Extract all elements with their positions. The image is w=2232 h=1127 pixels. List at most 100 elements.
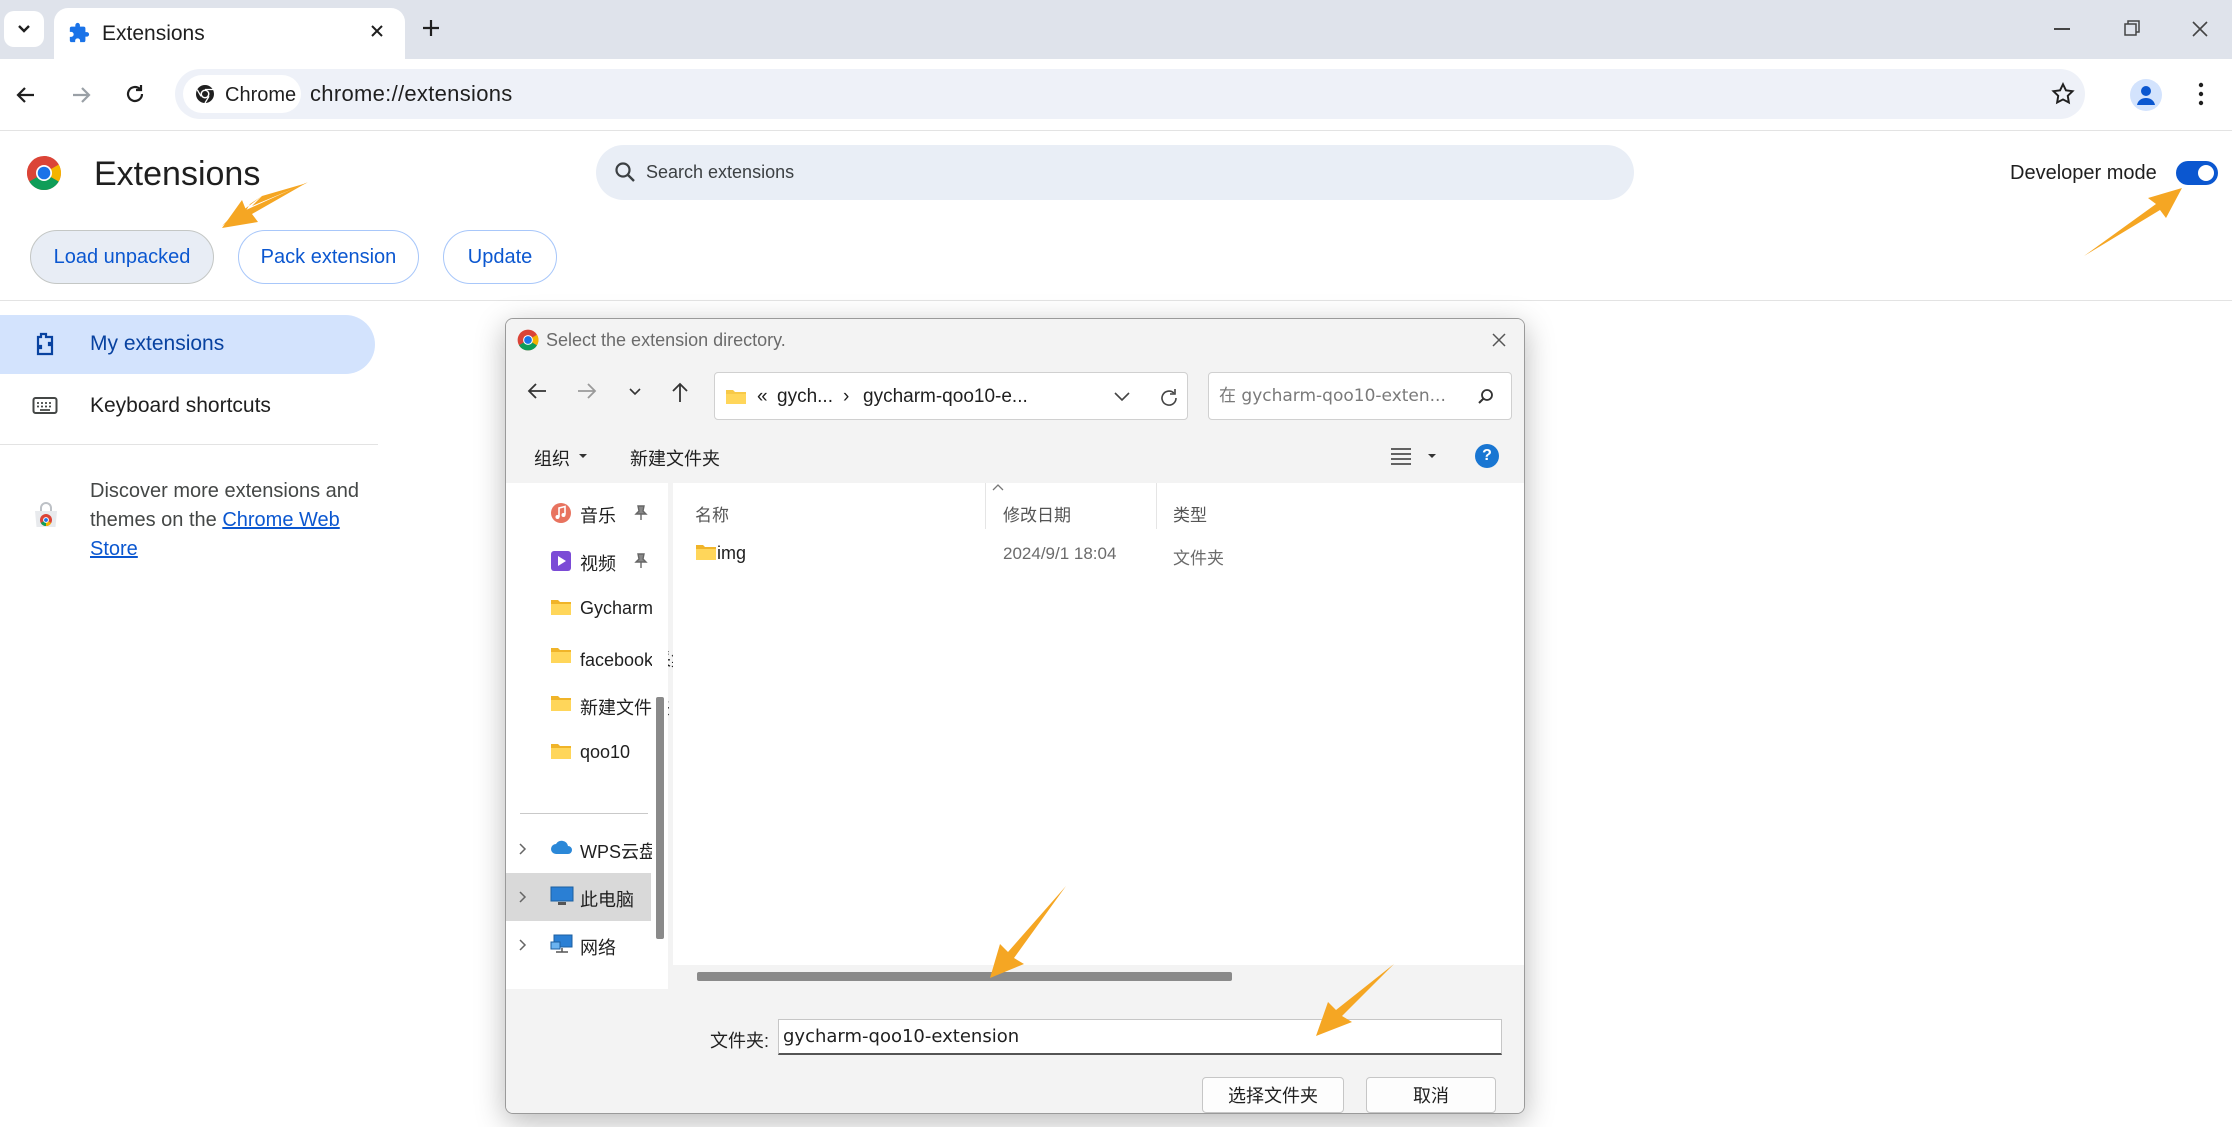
chevron-down-icon — [18, 25, 30, 33]
file-type: 文件夹 — [1173, 549, 1224, 568]
column-divider[interactable] — [985, 483, 986, 529]
folder-name-input[interactable] — [778, 1019, 1502, 1055]
nav-item-label: 音乐 — [580, 506, 616, 526]
browser-toolbar: Chrome chrome://extensions — [0, 59, 2232, 131]
folder-icon — [551, 744, 571, 759]
developer-mode-toggle[interactable] — [2176, 161, 2218, 185]
refresh-icon[interactable] — [1158, 387, 1180, 409]
tab-title: Extensions — [102, 22, 205, 45]
back-arrow-icon[interactable] — [526, 381, 548, 401]
chevron-down-icon[interactable] — [1113, 391, 1131, 403]
nav-item-label: 视频 — [580, 554, 616, 574]
nav-item-facebook[interactable]: facebook采集 — [506, 633, 689, 681]
nav-item-network[interactable]: 网络 — [506, 921, 651, 969]
profile-avatar[interactable] — [2130, 79, 2162, 111]
column-header-modified[interactable]: 修改日期 — [1003, 501, 1071, 526]
nav-item-label: 网络 — [580, 938, 616, 958]
cloud-icon — [551, 840, 572, 854]
breadcrumb-separator[interactable]: › — [843, 386, 849, 408]
nav-item-music[interactable]: 音乐 — [506, 489, 651, 537]
bookmark-star-icon[interactable] — [2050, 81, 2076, 107]
nav-divider — [520, 813, 648, 814]
computer-icon — [550, 886, 574, 905]
pin-icon — [634, 553, 648, 568]
sidebar-item-my-extensions[interactable]: My extensions — [0, 315, 375, 374]
more-menu-icon[interactable] — [2197, 80, 2205, 108]
tab-search-button[interactable] — [4, 11, 44, 47]
puzzle-piece-icon — [69, 22, 90, 43]
address-bar[interactable]: Chrome chrome://extensions — [175, 69, 2085, 119]
nav-item-new-folder[interactable]: 新建文件夹 — [506, 681, 670, 729]
sort-ascending-icon — [992, 484, 1004, 491]
breadcrumb-overflow[interactable]: « — [757, 386, 768, 408]
help-icon[interactable]: ? — [1475, 444, 1499, 468]
new-folder-button[interactable]: 新建文件夹 — [630, 445, 720, 471]
forward-arrow-icon[interactable] — [576, 381, 598, 401]
column-header-name[interactable]: 名称 — [695, 501, 729, 526]
dialog-navigation-pane: 音乐 视频 Gycharm facebook采集 新建文件夹 qoo10 WPS… — [506, 483, 689, 989]
dialog-command-bar: 组织 新建文件夹 ? — [506, 435, 1524, 477]
extensions-header: Extensions Developer mode Load unpacked … — [0, 131, 2232, 301]
sidebar-divider — [0, 444, 378, 445]
extensions-search-box[interactable] — [596, 145, 1634, 200]
select-folder-button[interactable]: 选择文件夹 — [1202, 1077, 1344, 1113]
person-icon — [2137, 86, 2155, 105]
back-arrow-icon[interactable] — [14, 83, 38, 107]
nav-scrollbar-thumb[interactable] — [656, 697, 664, 939]
url-text[interactable]: chrome://extensions — [310, 81, 513, 107]
select-folder-dialog: Select the extension directory. « gych..… — [505, 318, 1525, 1114]
tab-extensions[interactable]: Extensions — [54, 8, 405, 59]
nav-item-this-pc[interactable]: 此电脑 — [506, 873, 651, 921]
close-tab-icon[interactable] — [368, 22, 386, 40]
dialog-search-input[interactable] — [1219, 373, 1469, 419]
horizontal-scrollbar-track[interactable] — [673, 965, 1524, 989]
expand-chevron-icon[interactable] — [518, 938, 528, 952]
chrome-logo-icon — [27, 156, 61, 190]
folder-icon — [551, 600, 571, 615]
folder-icon — [726, 390, 746, 404]
folder-icon — [696, 545, 716, 560]
update-button[interactable]: Update — [443, 230, 557, 284]
up-arrow-icon[interactable] — [670, 381, 690, 403]
nav-item-qoo10[interactable]: qoo10 — [506, 729, 651, 777]
column-header-type[interactable]: 类型 — [1173, 501, 1207, 526]
developer-mode-label: Developer mode — [2010, 162, 2157, 184]
pack-extension-button[interactable]: Pack extension — [238, 230, 419, 284]
file-row[interactable]: img 2024/9/1 18:04 文件夹 — [673, 533, 1524, 575]
expand-chevron-icon[interactable] — [518, 842, 528, 856]
horizontal-scrollbar-thumb[interactable] — [697, 972, 1232, 981]
pin-icon — [634, 505, 648, 520]
nav-item-video[interactable]: 视频 — [506, 537, 651, 585]
discover-text: Discover more extensions and themes on t… — [90, 477, 370, 564]
sidebar-item-keyboard-shortcuts[interactable]: Keyboard shortcuts — [0, 377, 375, 435]
dialog-search-box[interactable] — [1208, 372, 1512, 420]
breadcrumb-parent[interactable]: gych... — [777, 386, 833, 408]
dialog-address-bar[interactable]: « gych... › gycharm-qoo10-e... — [714, 372, 1188, 420]
nav-item-gycharm[interactable]: Gycharm — [506, 585, 653, 633]
restore-icon[interactable] — [2123, 19, 2141, 37]
forward-arrow-icon[interactable] — [69, 83, 93, 107]
expand-chevron-icon[interactable] — [518, 890, 528, 904]
tab-strip: Extensions — [0, 0, 2232, 59]
column-divider[interactable] — [1156, 483, 1157, 529]
dialog-title: Select the extension directory. — [546, 330, 786, 350]
reload-icon[interactable] — [123, 82, 147, 106]
extensions-search-input[interactable] — [646, 145, 1546, 200]
nav-item-wps-cloud[interactable]: WPS云盘 — [506, 825, 657, 873]
chrome-logo-icon — [517, 329, 539, 351]
view-options-icon[interactable] — [1390, 447, 1412, 465]
organize-menu[interactable]: 组织 — [534, 445, 570, 471]
web-store-icon — [35, 502, 57, 527]
dialog-close-icon[interactable] — [1490, 331, 1508, 349]
recent-locations-chevron-icon[interactable] — [628, 387, 642, 397]
sidebar-item-label: My extensions — [90, 332, 225, 355]
caret-down-icon[interactable] — [1427, 453, 1437, 459]
load-unpacked-button[interactable]: Load unpacked — [30, 230, 214, 284]
minimize-icon[interactable] — [2054, 28, 2070, 30]
extensions-sidebar: My extensions Keyboard shortcuts Discove… — [0, 302, 380, 602]
new-tab-icon[interactable] — [418, 15, 444, 41]
window-close-icon[interactable] — [2190, 19, 2210, 39]
cancel-button[interactable]: 取消 — [1366, 1077, 1496, 1113]
breadcrumb-current[interactable]: gycharm-qoo10-e... — [863, 386, 1028, 408]
file-modified: 2024/9/1 18:04 — [1003, 544, 1117, 563]
